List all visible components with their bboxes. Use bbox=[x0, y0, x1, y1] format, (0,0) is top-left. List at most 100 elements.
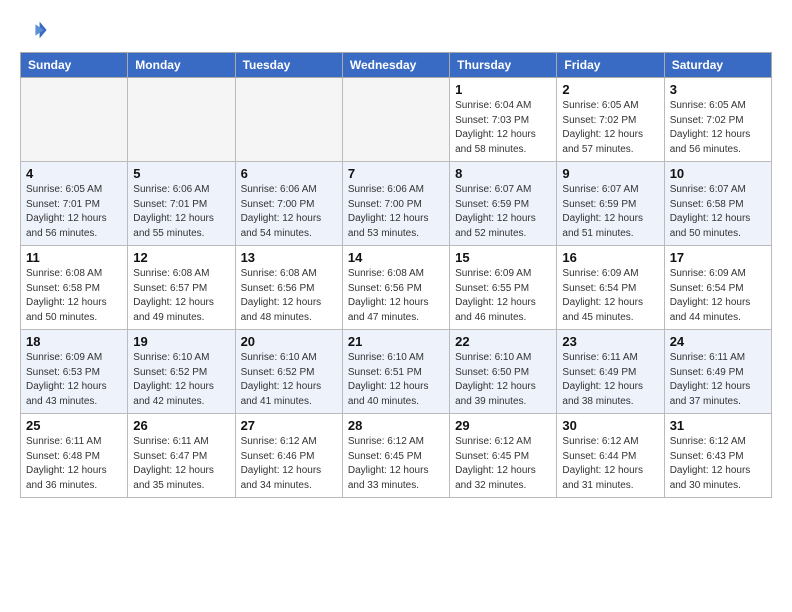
day-info: Sunrise: 6:09 AMSunset: 6:55 PMDaylight:… bbox=[455, 267, 551, 325]
day-cell: 28Sunrise: 6:12 AMSunset: 6:45 PMDayligh… bbox=[342, 414, 449, 498]
calendar-header-row: SundayMondayTuesdayWednesdayThursdayFrid… bbox=[21, 53, 772, 78]
day-number: 17 bbox=[670, 250, 766, 265]
day-info: Sunrise: 6:08 AMSunset: 6:56 PMDaylight:… bbox=[348, 267, 444, 325]
col-header-friday: Friday bbox=[557, 53, 664, 78]
day-number: 25 bbox=[26, 418, 122, 433]
day-info: Sunrise: 6:12 AMSunset: 6:43 PMDaylight:… bbox=[670, 435, 766, 493]
day-info: Sunrise: 6:08 AMSunset: 6:57 PMDaylight:… bbox=[133, 267, 229, 325]
day-number: 21 bbox=[348, 334, 444, 349]
day-number: 4 bbox=[26, 166, 122, 181]
day-cell: 8 Sunrise: 6:07 AMSunset: 6:59 PMDaylight… bbox=[450, 162, 557, 246]
day-info: Sunrise: 6:11 AMSunset: 6:47 PMDaylight:… bbox=[133, 435, 229, 493]
day-number: 1 bbox=[455, 82, 551, 97]
col-header-wednesday: Wednesday bbox=[342, 53, 449, 78]
header bbox=[20, 16, 772, 44]
day-cell: 29 Sunrise: 6:12 AMSunset: 6:45 PMDayligh… bbox=[450, 414, 557, 498]
day-number: 6 bbox=[241, 166, 337, 181]
day-cell: 18Sunrise: 6:09 AMSunset: 6:53 PMDayligh… bbox=[21, 330, 128, 414]
logo-icon bbox=[20, 16, 48, 44]
col-header-sunday: Sunday bbox=[21, 53, 128, 78]
day-cell: 9 Sunrise: 6:07 AMSunset: 6:59 PMDaylight… bbox=[557, 162, 664, 246]
day-number: 11 bbox=[26, 250, 122, 265]
day-number: 26 bbox=[133, 418, 229, 433]
day-info: Sunrise: 6:08 AMSunset: 6:56 PMDaylight:… bbox=[241, 267, 337, 325]
day-number: 10 bbox=[670, 166, 766, 181]
day-cell: 21 Sunrise: 6:10 AMSunset: 6:51 PMDayligh… bbox=[342, 330, 449, 414]
day-info: Sunrise: 6:12 AMSunset: 6:45 PMDaylight:… bbox=[455, 435, 551, 493]
day-cell: 4 Sunrise: 6:05 AMSunset: 7:01 PMDaylight… bbox=[21, 162, 128, 246]
day-cell: 19 Sunrise: 6:10 AMSunset: 6:52 PMDayligh… bbox=[128, 330, 235, 414]
day-number: 22 bbox=[455, 334, 551, 349]
day-cell: 30 Sunrise: 6:12 AMSunset: 6:44 PMDayligh… bbox=[557, 414, 664, 498]
day-info: Sunrise: 6:07 AMSunset: 6:59 PMDaylight:… bbox=[455, 183, 551, 241]
day-number: 8 bbox=[455, 166, 551, 181]
day-number: 27 bbox=[241, 418, 337, 433]
logo bbox=[20, 16, 52, 44]
day-number: 12 bbox=[133, 250, 229, 265]
day-info: Sunrise: 6:05 AMSunset: 7:02 PMDaylight:… bbox=[562, 99, 658, 157]
day-cell: 6Sunrise: 6:06 AMSunset: 7:00 PMDaylight… bbox=[235, 162, 342, 246]
day-cell: 7Sunrise: 6:06 AMSunset: 7:00 PMDaylight… bbox=[342, 162, 449, 246]
day-cell: 27 Sunrise: 6:12 AMSunset: 6:46 PMDayligh… bbox=[235, 414, 342, 498]
day-cell: 1 Sunrise: 6:04 AMSunset: 7:03 PMDaylight… bbox=[450, 78, 557, 162]
day-cell: 25 Sunrise: 6:11 AMSunset: 6:48 PMDayligh… bbox=[21, 414, 128, 498]
day-cell: 16 Sunrise: 6:09 AMSunset: 6:54 PMDayligh… bbox=[557, 246, 664, 330]
day-number: 5 bbox=[133, 166, 229, 181]
day-info: Sunrise: 6:11 AMSunset: 6:49 PMDaylight:… bbox=[562, 351, 658, 409]
week-row-1: 1 Sunrise: 6:04 AMSunset: 7:03 PMDaylight… bbox=[21, 78, 772, 162]
day-cell: 24 Sunrise: 6:11 AMSunset: 6:49 PMDayligh… bbox=[664, 330, 771, 414]
calendar-table: SundayMondayTuesdayWednesdayThursdayFrid… bbox=[20, 52, 772, 498]
day-number: 29 bbox=[455, 418, 551, 433]
col-header-tuesday: Tuesday bbox=[235, 53, 342, 78]
day-cell: 2 Sunrise: 6:05 AMSunset: 7:02 PMDaylight… bbox=[557, 78, 664, 162]
day-number: 7 bbox=[348, 166, 444, 181]
day-cell: 11 Sunrise: 6:08 AMSunset: 6:58 PMDayligh… bbox=[21, 246, 128, 330]
day-info: Sunrise: 6:05 AMSunset: 7:01 PMDaylight:… bbox=[26, 183, 122, 241]
week-row-2: 4 Sunrise: 6:05 AMSunset: 7:01 PMDaylight… bbox=[21, 162, 772, 246]
day-cell: 12 Sunrise: 6:08 AMSunset: 6:57 PMDayligh… bbox=[128, 246, 235, 330]
day-info: Sunrise: 6:07 AMSunset: 6:59 PMDaylight:… bbox=[562, 183, 658, 241]
day-info: Sunrise: 6:11 AMSunset: 6:49 PMDaylight:… bbox=[670, 351, 766, 409]
day-number: 28 bbox=[348, 418, 444, 433]
day-info: Sunrise: 6:12 AMSunset: 6:44 PMDaylight:… bbox=[562, 435, 658, 493]
day-info: Sunrise: 6:11 AMSunset: 6:48 PMDaylight:… bbox=[26, 435, 122, 493]
day-number: 3 bbox=[670, 82, 766, 97]
week-row-3: 11 Sunrise: 6:08 AMSunset: 6:58 PMDayligh… bbox=[21, 246, 772, 330]
day-cell bbox=[235, 78, 342, 162]
day-number: 30 bbox=[562, 418, 658, 433]
day-info: Sunrise: 6:10 AMSunset: 6:51 PMDaylight:… bbox=[348, 351, 444, 409]
day-number: 13 bbox=[241, 250, 337, 265]
day-cell: 20Sunrise: 6:10 AMSunset: 6:52 PMDayligh… bbox=[235, 330, 342, 414]
day-cell: 3Sunrise: 6:05 AMSunset: 7:02 PMDaylight… bbox=[664, 78, 771, 162]
day-number: 9 bbox=[562, 166, 658, 181]
day-number: 20 bbox=[241, 334, 337, 349]
week-row-4: 18Sunrise: 6:09 AMSunset: 6:53 PMDayligh… bbox=[21, 330, 772, 414]
day-info: Sunrise: 6:08 AMSunset: 6:58 PMDaylight:… bbox=[26, 267, 122, 325]
day-number: 16 bbox=[562, 250, 658, 265]
col-header-saturday: Saturday bbox=[664, 53, 771, 78]
day-info: Sunrise: 6:07 AMSunset: 6:58 PMDaylight:… bbox=[670, 183, 766, 241]
day-number: 24 bbox=[670, 334, 766, 349]
day-info: Sunrise: 6:06 AMSunset: 7:01 PMDaylight:… bbox=[133, 183, 229, 241]
day-number: 19 bbox=[133, 334, 229, 349]
day-cell: 5 Sunrise: 6:06 AMSunset: 7:01 PMDaylight… bbox=[128, 162, 235, 246]
day-cell: 23 Sunrise: 6:11 AMSunset: 6:49 PMDayligh… bbox=[557, 330, 664, 414]
day-info: Sunrise: 6:10 AMSunset: 6:50 PMDaylight:… bbox=[455, 351, 551, 409]
day-cell bbox=[128, 78, 235, 162]
col-header-monday: Monday bbox=[128, 53, 235, 78]
day-cell: 10 Sunrise: 6:07 AMSunset: 6:58 PMDayligh… bbox=[664, 162, 771, 246]
day-info: Sunrise: 6:12 AMSunset: 6:46 PMDaylight:… bbox=[241, 435, 337, 493]
day-info: Sunrise: 6:04 AMSunset: 7:03 PMDaylight:… bbox=[455, 99, 551, 157]
day-number: 2 bbox=[562, 82, 658, 97]
col-header-thursday: Thursday bbox=[450, 53, 557, 78]
day-cell: 31 Sunrise: 6:12 AMSunset: 6:43 PMDayligh… bbox=[664, 414, 771, 498]
day-number: 18 bbox=[26, 334, 122, 349]
day-info: Sunrise: 6:09 AMSunset: 6:54 PMDaylight:… bbox=[562, 267, 658, 325]
day-cell: 15Sunrise: 6:09 AMSunset: 6:55 PMDayligh… bbox=[450, 246, 557, 330]
day-number: 31 bbox=[670, 418, 766, 433]
day-cell: 13 Sunrise: 6:08 AMSunset: 6:56 PMDayligh… bbox=[235, 246, 342, 330]
day-info: Sunrise: 6:10 AMSunset: 6:52 PMDaylight:… bbox=[133, 351, 229, 409]
day-number: 23 bbox=[562, 334, 658, 349]
day-info: Sunrise: 6:09 AMSunset: 6:54 PMDaylight:… bbox=[670, 267, 766, 325]
day-cell: 22 Sunrise: 6:10 AMSunset: 6:50 PMDayligh… bbox=[450, 330, 557, 414]
